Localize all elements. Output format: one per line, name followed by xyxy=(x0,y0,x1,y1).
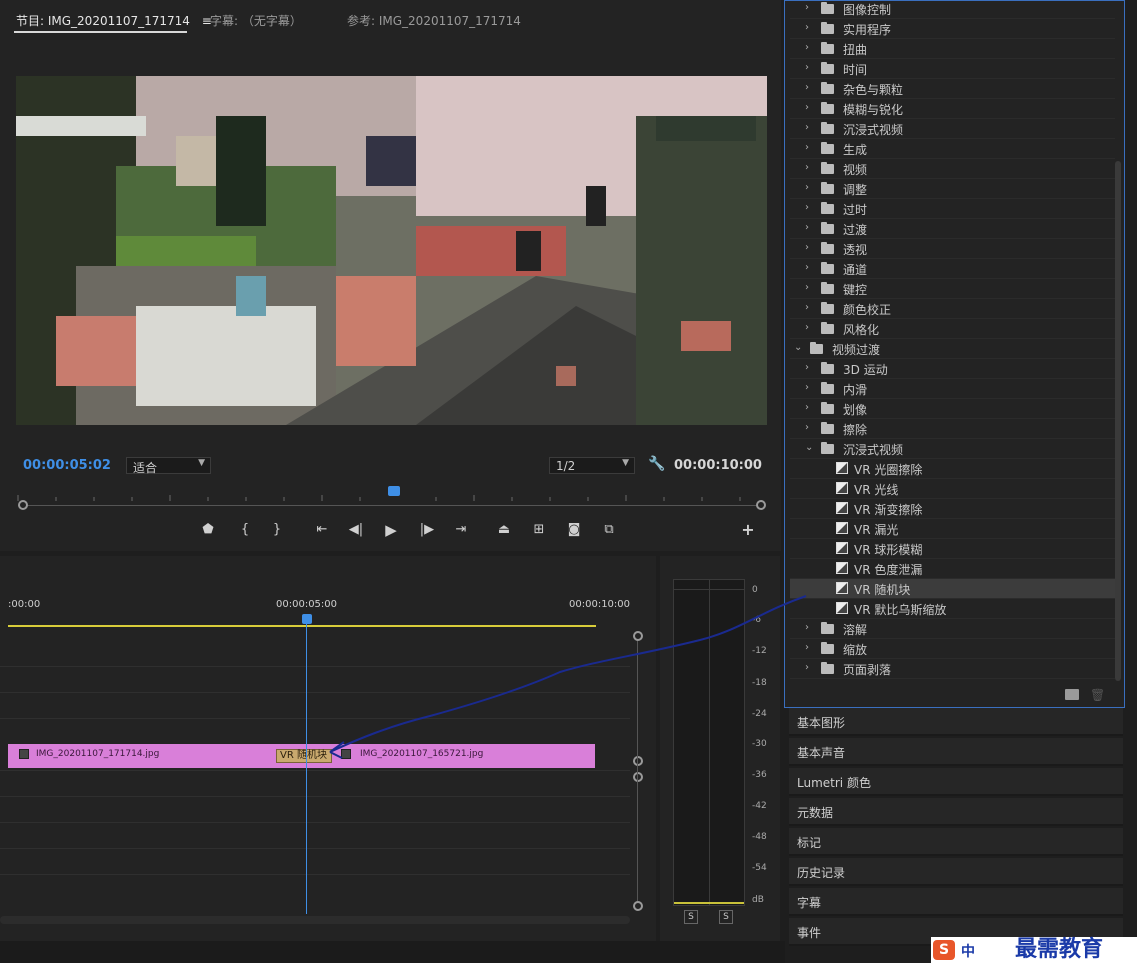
watermark-text: 最需教育 xyxy=(1015,936,1104,962)
watermark-overlay: S 中 最需教育 xyxy=(931,936,1137,963)
ime-mode: 中 xyxy=(961,944,975,960)
status-bar xyxy=(0,941,785,963)
ime-logo-icon: S xyxy=(933,940,955,960)
drag-arrow-annotation xyxy=(329,595,807,759)
